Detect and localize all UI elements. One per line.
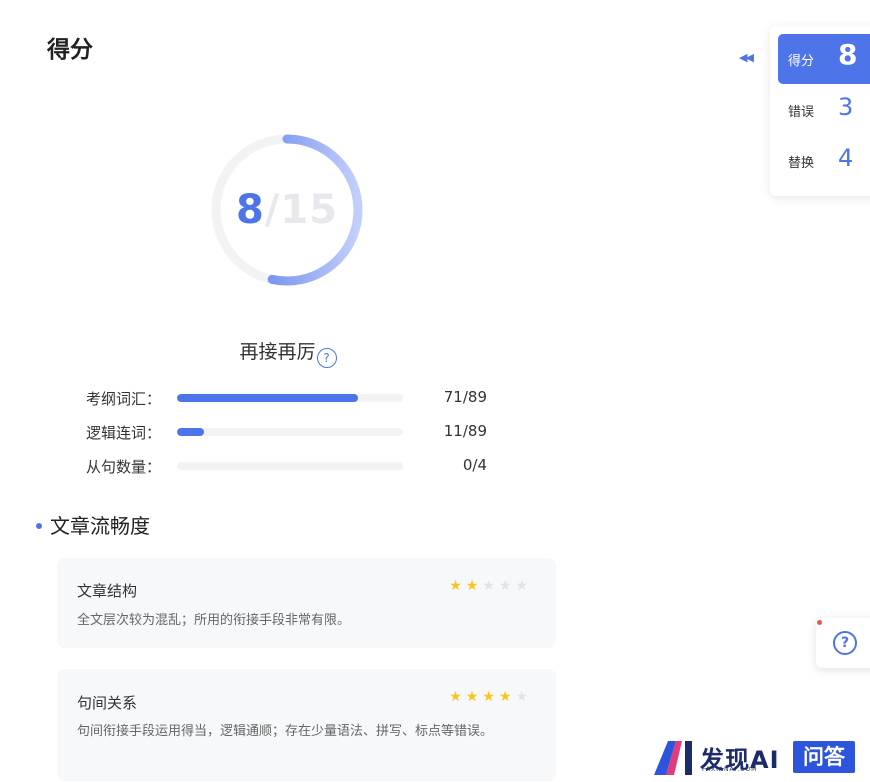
stat-label: 考纲词汇：	[86, 390, 162, 408]
page-title: 得分	[47, 37, 93, 63]
panel-item-replacements[interactable]: 替换 4	[778, 136, 870, 186]
stat-progress-fill	[177, 428, 205, 436]
stat-label: 逻辑连词：	[86, 424, 162, 442]
fluency-card-sentence-relations: 句间关系 ★ ★ ★ ★ ★ 句间衔接手段运用得当，逻辑通顺；存在少量语法、拼写…	[57, 669, 556, 781]
score-total: 15	[280, 187, 339, 233]
star-icon: ★	[449, 689, 462, 705]
help-icon[interactable]: ?	[316, 348, 337, 368]
panel-item-value: 3	[838, 93, 854, 121]
panel-item-label: 得分	[788, 54, 815, 69]
score-summary-panel: 得分 8 错误 3 替换 4	[770, 26, 870, 196]
score-obtained: 8	[235, 187, 265, 233]
fluency-card-structure: 文章结构 ★ ★ ★ ★ ★ 全文层次较为混乱；所用的衔接手段非常有限。	[57, 558, 556, 648]
card-title: 文章结构	[77, 582, 138, 600]
score-text: 8/15	[210, 133, 364, 287]
level-label: 再接再厉?	[0, 337, 576, 368]
stat-value: 11/89	[443, 422, 487, 440]
level-text: 再接再厉	[239, 341, 316, 363]
panel-item-score[interactable]: 得分 8	[778, 34, 870, 84]
notification-dot	[817, 620, 822, 625]
star-icon: ★	[449, 578, 462, 594]
stat-row-clauses: 从句数量： 0/4	[86, 454, 496, 488]
star-icon: ★	[515, 578, 528, 594]
stat-progress-track	[177, 428, 403, 436]
question-icon: ?	[833, 631, 857, 655]
panel-item-errors[interactable]: 错误 3	[778, 85, 870, 135]
stat-label: 从句数量：	[86, 458, 162, 476]
star-icon: ★	[515, 689, 528, 705]
bullet-dot	[36, 522, 42, 529]
score-separator: /	[264, 187, 281, 233]
ai-logo-icon	[654, 741, 692, 775]
stat-progress-track	[177, 394, 403, 402]
score-ring: 8/15	[210, 133, 364, 287]
stat-value: 71/89	[443, 388, 487, 406]
help-float-button[interactable]: ?	[816, 618, 870, 668]
panel-item-label: 替换	[788, 156, 815, 171]
star-rating: ★ ★ ★ ★ ★	[449, 578, 528, 594]
star-icon: ★	[482, 578, 495, 594]
stat-progress-track	[177, 462, 403, 470]
card-description: 句间衔接手段运用得当，逻辑通顺；存在少量语法、拼写、标点等错误。	[77, 724, 494, 739]
panel-item-value: 4	[838, 144, 854, 172]
stat-progress-fill	[177, 394, 358, 402]
stat-row-connectives: 逻辑连词： 11/89	[86, 420, 496, 454]
fluency-section-title: 文章流畅度	[36, 510, 150, 539]
watermark-domain: FAXIANAI.COM	[702, 766, 758, 773]
panel-item-label: 错误	[788, 105, 815, 120]
star-icon: ★	[465, 578, 479, 594]
card-description: 全文层次较为混乱；所用的衔接手段非常有限。	[77, 613, 351, 628]
stats-list: 考纲词汇： 71/89 逻辑连词： 11/89 从句数量： 0/4	[86, 386, 496, 488]
stat-row-vocabulary: 考纲词汇： 71/89	[86, 386, 496, 420]
star-icon: ★	[465, 689, 479, 705]
star-rating: ★ ★ ★ ★ ★	[449, 689, 528, 705]
stat-value: 0/4	[462, 456, 487, 474]
panel-item-value: 8	[838, 38, 858, 71]
star-icon: ★	[498, 689, 512, 705]
card-title: 句间关系	[77, 694, 138, 712]
watermark-qa-badge: 问答	[793, 741, 855, 773]
star-icon: ★	[482, 689, 495, 705]
collapse-arrows-icon[interactable]: ◀◀	[739, 51, 754, 64]
fluency-title-text: 文章流畅度	[50, 514, 150, 538]
star-icon: ★	[498, 578, 512, 594]
